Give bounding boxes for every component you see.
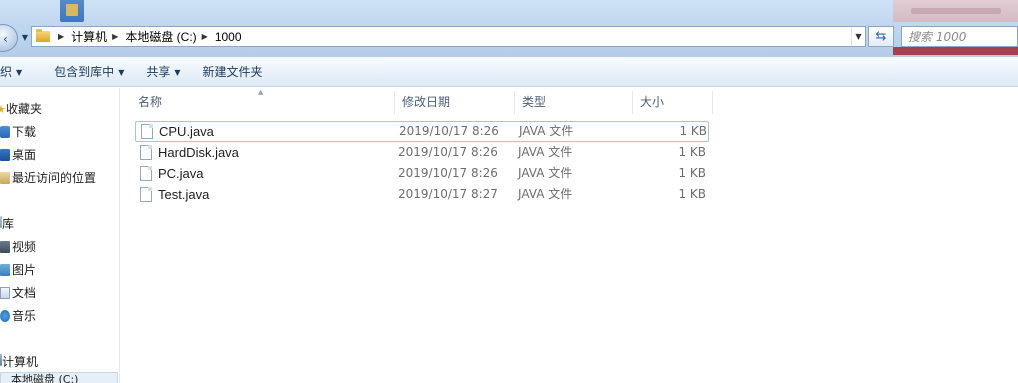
sidebar-item-label: 视频 xyxy=(12,240,37,254)
sidebar-item-recent-places[interactable]: 最近访问的位置 xyxy=(0,168,96,188)
back-button[interactable]: ‹ xyxy=(0,24,18,52)
file-row[interactable]: PC.java 2019/10/17 8:26 JAVA 文件 1 KB xyxy=(135,164,709,185)
background-window-tab xyxy=(893,0,1018,22)
file-name[interactable]: PC.java xyxy=(158,164,204,185)
sidebar-item-label: 图片 xyxy=(12,263,37,277)
java-file-icon xyxy=(140,145,152,160)
sidebar-item-label: 音乐 xyxy=(12,309,37,323)
window-header: ‹ ▼ ▶ 计算机 ▶ 本地磁盘 (C:) ▶ 1000 ▼ ⇆ xyxy=(0,0,1018,57)
sidebar-item-label: 最近访问的位置 xyxy=(12,171,97,185)
computer-header[interactable]: 计算机 xyxy=(0,352,38,372)
music-icon xyxy=(0,310,10,322)
java-file-icon xyxy=(140,166,152,181)
navigation-pane: ★收藏夹 下载 桌面 最近访问的位置 库 视频 图片 文档 音乐 计算机 本地磁… xyxy=(0,88,120,383)
file-size: 1 KB xyxy=(678,187,706,201)
file-name[interactable]: CPU.java xyxy=(159,122,214,143)
taskbar-folder-icon xyxy=(60,0,84,22)
sidebar-item-documents[interactable]: 文档 xyxy=(0,283,36,303)
file-modified: 2019/10/17 8:27 xyxy=(398,187,498,201)
back-arrow-icon: ‹ xyxy=(3,32,8,46)
sidebar-item-local-disk[interactable]: 本地磁盘 (C:) xyxy=(0,372,118,383)
organize-menu[interactable]: 织 ▼ xyxy=(0,61,30,83)
chevron-down-icon: ▼ xyxy=(118,67,125,77)
sidebar-item-desktop[interactable]: 桌面 xyxy=(0,145,36,165)
new-folder-label: 新建文件夹 xyxy=(202,64,263,79)
download-icon xyxy=(0,126,10,138)
recent-pages-dropdown[interactable]: ▼ xyxy=(19,33,31,45)
file-name[interactable]: HardDisk.java xyxy=(158,143,239,164)
include-library-label: 包含到库中 xyxy=(54,64,115,79)
new-folder-button[interactable]: 新建文件夹 xyxy=(195,61,271,83)
chevron-down-icon: ▼ xyxy=(174,67,181,77)
java-file-icon xyxy=(140,187,152,202)
file-type: JAVA 文件 xyxy=(519,124,574,138)
file-size: 1 KB xyxy=(679,124,707,138)
breadcrumb-separator-icon[interactable]: ▶ xyxy=(58,32,64,41)
address-bar[interactable]: ▶ 计算机 ▶ 本地磁盘 (C:) ▶ 1000 ▼ xyxy=(31,26,866,47)
sidebar-item-music[interactable]: 音乐 xyxy=(0,306,36,326)
sidebar-item-label: 本地磁盘 (C:) xyxy=(11,373,79,383)
java-file-icon xyxy=(141,124,153,139)
command-bar: 织 ▼ 包含到库中 ▼ 共享 ▼ 新建文件夹 xyxy=(0,57,1018,87)
file-name[interactable]: Test.java xyxy=(158,185,209,206)
file-type: JAVA 文件 xyxy=(518,145,573,159)
file-type: JAVA 文件 xyxy=(518,166,573,180)
breadcrumb-separator-icon[interactable]: ▶ xyxy=(112,32,118,41)
desktop-icon xyxy=(0,149,10,161)
sidebar-item-videos[interactable]: 视频 xyxy=(0,237,36,257)
video-icon xyxy=(0,241,10,253)
sidebar-item-downloads[interactable]: 下载 xyxy=(0,122,36,142)
chevron-down-icon: ▼ xyxy=(16,67,23,77)
file-modified: 2019/10/17 8:26 xyxy=(398,166,498,180)
document-icon xyxy=(0,287,10,299)
breadcrumb-computer[interactable]: 计算机 xyxy=(71,28,107,45)
share-label: 共享 xyxy=(146,64,171,79)
computer-title: 计算机 xyxy=(2,355,39,369)
file-size: 1 KB xyxy=(678,145,706,159)
address-dropdown-icon[interactable]: ▼ xyxy=(851,27,865,46)
title-strip xyxy=(0,0,1018,22)
picture-icon xyxy=(0,264,10,276)
favorites-title: 收藏夹 xyxy=(6,102,43,116)
file-row[interactable]: Test.java 2019/10/17 8:27 JAVA 文件 1 KB xyxy=(135,185,709,206)
column-header-modified[interactable]: 修改日期 xyxy=(395,91,515,114)
column-header-size[interactable]: 大小 xyxy=(633,91,713,114)
file-row[interactable]: HardDisk.java 2019/10/17 8:26 JAVA 文件 1 … xyxy=(135,143,709,164)
breadcrumb-folder[interactable]: 1000 xyxy=(215,30,242,44)
libraries-header[interactable]: 库 xyxy=(0,214,14,234)
file-size: 1 KB xyxy=(678,166,706,180)
refresh-button[interactable]: ⇆ xyxy=(868,26,894,47)
include-in-library-menu[interactable]: 包含到库中 ▼ xyxy=(46,61,132,83)
favorites-header[interactable]: ★收藏夹 xyxy=(0,99,42,119)
column-header-type[interactable]: 类型 xyxy=(515,91,633,114)
sidebar-item-label: 桌面 xyxy=(12,148,37,162)
sidebar-item-pictures[interactable]: 图片 xyxy=(0,260,36,280)
file-list-view: ▲ 名称 修改日期 类型 大小 CPU.java 2019/10/17 8:26… xyxy=(121,88,1018,383)
breadcrumb-drive[interactable]: 本地磁盘 (C:) xyxy=(125,28,196,45)
share-menu[interactable]: 共享 ▼ xyxy=(138,61,188,83)
breadcrumb-separator-icon[interactable]: ▶ xyxy=(202,32,208,41)
refresh-icon: ⇆ xyxy=(875,29,887,44)
file-row[interactable]: CPU.java 2019/10/17 8:26 JAVA 文件 1 KB xyxy=(135,121,709,142)
sidebar-item-label: 下载 xyxy=(12,125,37,139)
organize-label: 织 xyxy=(0,64,13,79)
background-window-edge xyxy=(893,47,1018,55)
libraries-title: 库 xyxy=(2,217,15,231)
column-header-name[interactable]: 名称 xyxy=(131,91,395,114)
search-box[interactable] xyxy=(901,26,1018,47)
recent-places-icon xyxy=(0,172,10,184)
file-type: JAVA 文件 xyxy=(518,187,573,201)
search-input[interactable] xyxy=(908,27,1017,46)
sidebar-item-label: 文档 xyxy=(12,286,37,300)
folder-icon xyxy=(36,29,50,42)
file-modified: 2019/10/17 8:26 xyxy=(399,124,499,138)
file-modified: 2019/10/17 8:26 xyxy=(398,145,498,159)
